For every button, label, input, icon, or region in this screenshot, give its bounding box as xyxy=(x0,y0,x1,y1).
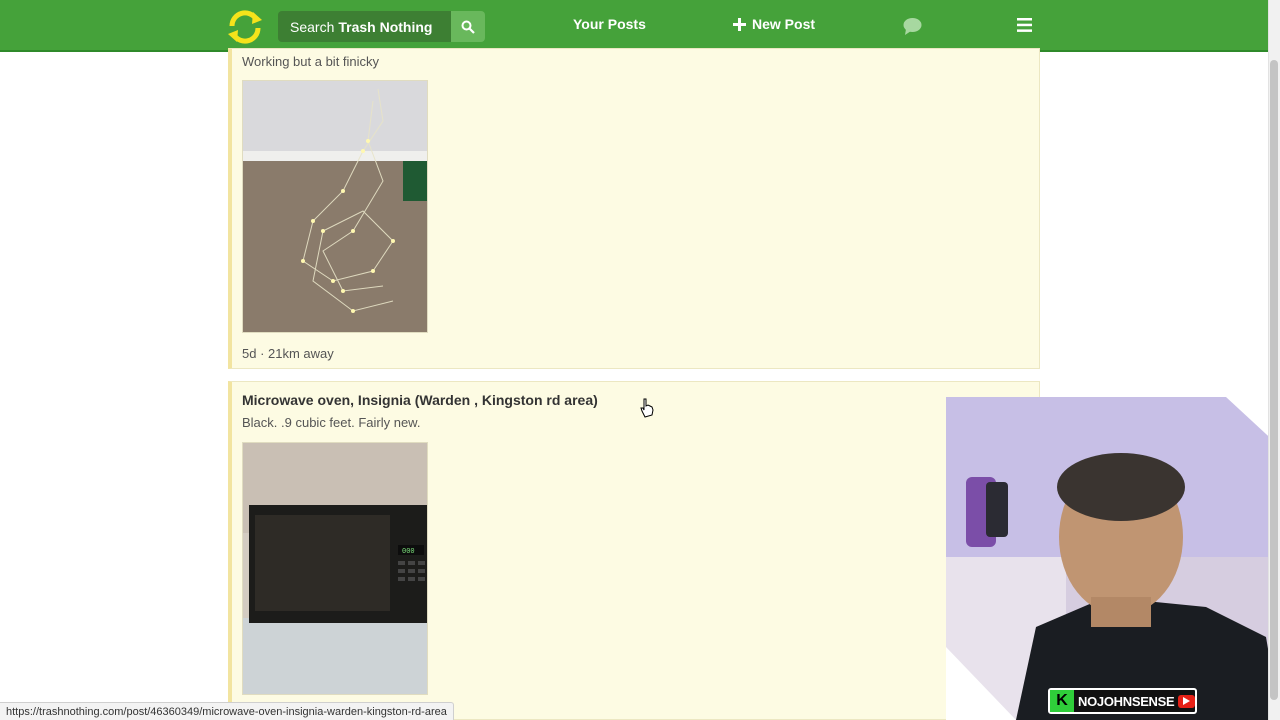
trash-nothing-logo-icon[interactable] xyxy=(226,10,264,44)
listing-description: Working but a bit finicky xyxy=(242,54,380,69)
your-posts-label: Your Posts xyxy=(573,16,646,32)
your-posts-link[interactable]: Your Posts xyxy=(573,16,646,32)
listing-image[interactable] xyxy=(242,80,428,333)
webcam-video-frame xyxy=(946,397,1280,720)
new-post-label: New Post xyxy=(752,16,816,32)
channel-logo-icon: K xyxy=(1050,690,1074,712)
hamburger-menu-icon[interactable] xyxy=(1017,18,1032,32)
search-input[interactable]: Search Trash Nothing xyxy=(278,11,451,42)
search-button[interactable] xyxy=(451,11,485,42)
string-lights-photo xyxy=(243,81,427,332)
channel-name: NOJOHNSENSE xyxy=(1078,693,1175,709)
hand-cursor-icon xyxy=(640,398,654,418)
listing-title-link[interactable]: Microwave oven, Insignia (Warden , Kings… xyxy=(242,392,598,408)
listing-meta: 5d · 21km away xyxy=(242,346,334,361)
browser-status-bar: https://trashnothing.com/post/46360349/m… xyxy=(0,702,454,720)
chat-bubble-icon[interactable] xyxy=(903,17,922,35)
webcam-overlay xyxy=(946,397,1280,720)
listing-card[interactable]: Working but a bit finicky 5d · 21km away xyxy=(228,48,1040,369)
microwave-photo: 000 xyxy=(243,443,427,694)
search-brand: Trash Nothing xyxy=(338,18,433,35)
svg-text:000: 000 xyxy=(402,548,415,556)
search-prefix: Search xyxy=(290,18,335,35)
new-post-button[interactable]: New Post xyxy=(733,16,815,32)
search-icon xyxy=(461,20,475,34)
top-navbar: Search Trash Nothing Your Posts New Post xyxy=(0,0,1268,52)
status-url: https://trashnothing.com/post/46360349/m… xyxy=(6,705,447,718)
listing-description: Black. .9 cubic feet. Fairly new. xyxy=(242,415,421,430)
listing-card[interactable]: Microwave oven, Insignia (Warden , Kings… xyxy=(228,381,1040,720)
youtube-icon xyxy=(1178,694,1195,708)
search-bar[interactable]: Search Trash Nothing xyxy=(278,11,485,42)
listing-image[interactable]: 000 xyxy=(242,442,428,695)
scrollbar-thumb[interactable] xyxy=(1270,60,1278,700)
plus-icon xyxy=(733,17,746,31)
channel-badge: K NOJOHNSENSE xyxy=(1048,688,1197,714)
